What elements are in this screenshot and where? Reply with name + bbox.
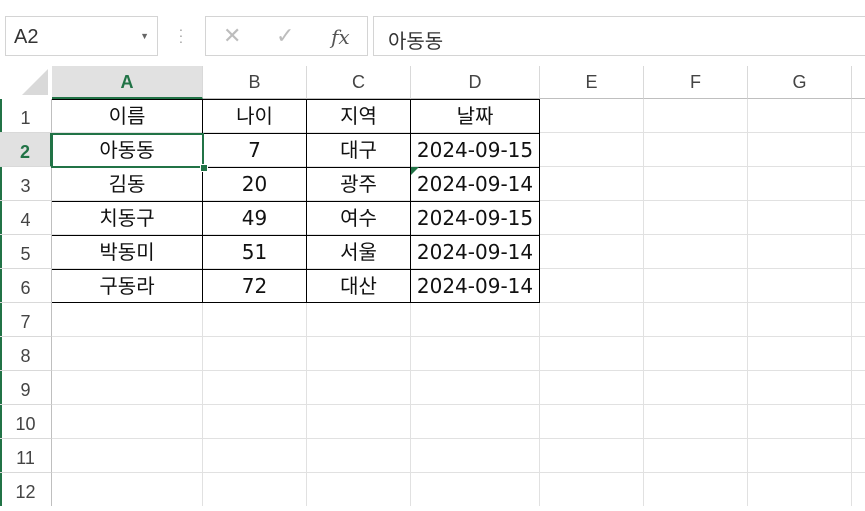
gridline bbox=[52, 336, 865, 337]
name-box[interactable]: A2 ▼ bbox=[5, 16, 158, 56]
column-header-d[interactable]: D bbox=[411, 66, 540, 99]
row-header-3[interactable]: 3 bbox=[0, 167, 52, 201]
cell-error-indicator-icon[interactable] bbox=[411, 167, 419, 175]
column-header-h-partial[interactable] bbox=[852, 66, 865, 99]
formula-bar: A2 ▼ · · · ✕ ✓ fx 아동동 bbox=[0, 0, 865, 66]
cell-a5[interactable]: 박동미 bbox=[52, 236, 202, 269]
cell-c4[interactable]: 여수 bbox=[307, 202, 410, 235]
cell-c1[interactable]: 지역 bbox=[307, 100, 410, 133]
table-border bbox=[539, 99, 540, 303]
gridline bbox=[52, 472, 865, 473]
more-options-icon[interactable]: · · · bbox=[177, 22, 185, 48]
select-all-triangle-icon bbox=[22, 69, 48, 95]
column-header-c[interactable]: C bbox=[307, 66, 411, 99]
cell-d1[interactable]: 날짜 bbox=[411, 100, 539, 133]
active-cell-outline bbox=[51, 133, 204, 168]
name-box-value: A2 bbox=[14, 26, 39, 48]
row-header-12[interactable]: 12 bbox=[0, 473, 52, 506]
row-header-10[interactable]: 10 bbox=[0, 405, 52, 439]
cell-d6[interactable]: 2024-09-14 bbox=[411, 270, 539, 302]
row-header-9[interactable]: 9 bbox=[0, 371, 52, 405]
cancel-icon[interactable]: ✕ bbox=[223, 23, 241, 49]
cell-a6[interactable]: 구동라 bbox=[52, 270, 202, 302]
column-header-f[interactable]: F bbox=[644, 66, 748, 99]
cell-c2[interactable]: 대구 bbox=[307, 134, 410, 167]
row-header-1[interactable]: 1 bbox=[0, 99, 52, 133]
chevron-down-icon[interactable]: ▼ bbox=[140, 31, 149, 41]
cell-c3[interactable]: 광주 bbox=[307, 168, 410, 201]
cell-b3[interactable]: 20 bbox=[203, 168, 306, 201]
row-header-7[interactable]: 7 bbox=[0, 303, 52, 337]
cell-d5[interactable]: 2024-09-14 bbox=[411, 236, 539, 269]
enter-check-icon[interactable]: ✓ bbox=[276, 23, 294, 49]
row-header-6[interactable]: 6 bbox=[0, 269, 52, 303]
formula-input[interactable]: 아동동 bbox=[373, 16, 865, 56]
select-all-button[interactable] bbox=[0, 66, 52, 99]
cell-b6[interactable]: 72 bbox=[203, 270, 306, 302]
column-header-b[interactable]: B bbox=[203, 66, 307, 99]
cell-a1[interactable]: 이름 bbox=[52, 100, 202, 133]
fill-handle[interactable] bbox=[200, 164, 208, 172]
insert-function-icon[interactable]: fx bbox=[331, 25, 350, 49]
gridline bbox=[52, 404, 865, 405]
cell-b1[interactable]: 나이 bbox=[203, 100, 306, 133]
cell-c6[interactable]: 대산 bbox=[307, 270, 410, 302]
gridline bbox=[52, 370, 865, 371]
gridline bbox=[52, 438, 865, 439]
cell-a3[interactable]: 김동 bbox=[52, 168, 202, 201]
cell-d3[interactable]: 2024-09-14 bbox=[411, 168, 539, 201]
row-header-4[interactable]: 4 bbox=[0, 201, 52, 235]
table-border bbox=[52, 302, 540, 303]
cell-b5[interactable]: 51 bbox=[203, 236, 306, 269]
row-header-2[interactable]: 2 bbox=[0, 133, 52, 167]
column-header-e[interactable]: E bbox=[540, 66, 644, 99]
row-header-11[interactable]: 11 bbox=[0, 439, 52, 473]
cell-d4[interactable]: 2024-09-15 bbox=[411, 202, 539, 235]
cell-b4[interactable]: 49 bbox=[203, 202, 306, 235]
cell-d2[interactable]: 2024-09-15 bbox=[411, 134, 539, 167]
column-header-a[interactable]: A bbox=[52, 66, 203, 99]
row-header-8[interactable]: 8 bbox=[0, 337, 52, 371]
row-header-5[interactable]: 5 bbox=[0, 235, 52, 269]
column-header-g[interactable]: G bbox=[748, 66, 852, 99]
cell-a4[interactable]: 치동구 bbox=[52, 202, 202, 235]
cell-c5[interactable]: 서울 bbox=[307, 236, 410, 269]
worksheet-grid[interactable]: A B C D E F G 1 2 3 4 5 6 7 8 9 10 11 12… bbox=[0, 66, 865, 506]
formula-input-value: 아동동 bbox=[388, 29, 444, 53]
formula-buttons: ✕ ✓ fx bbox=[205, 16, 368, 56]
cell-b2[interactable]: 7 bbox=[203, 134, 306, 167]
